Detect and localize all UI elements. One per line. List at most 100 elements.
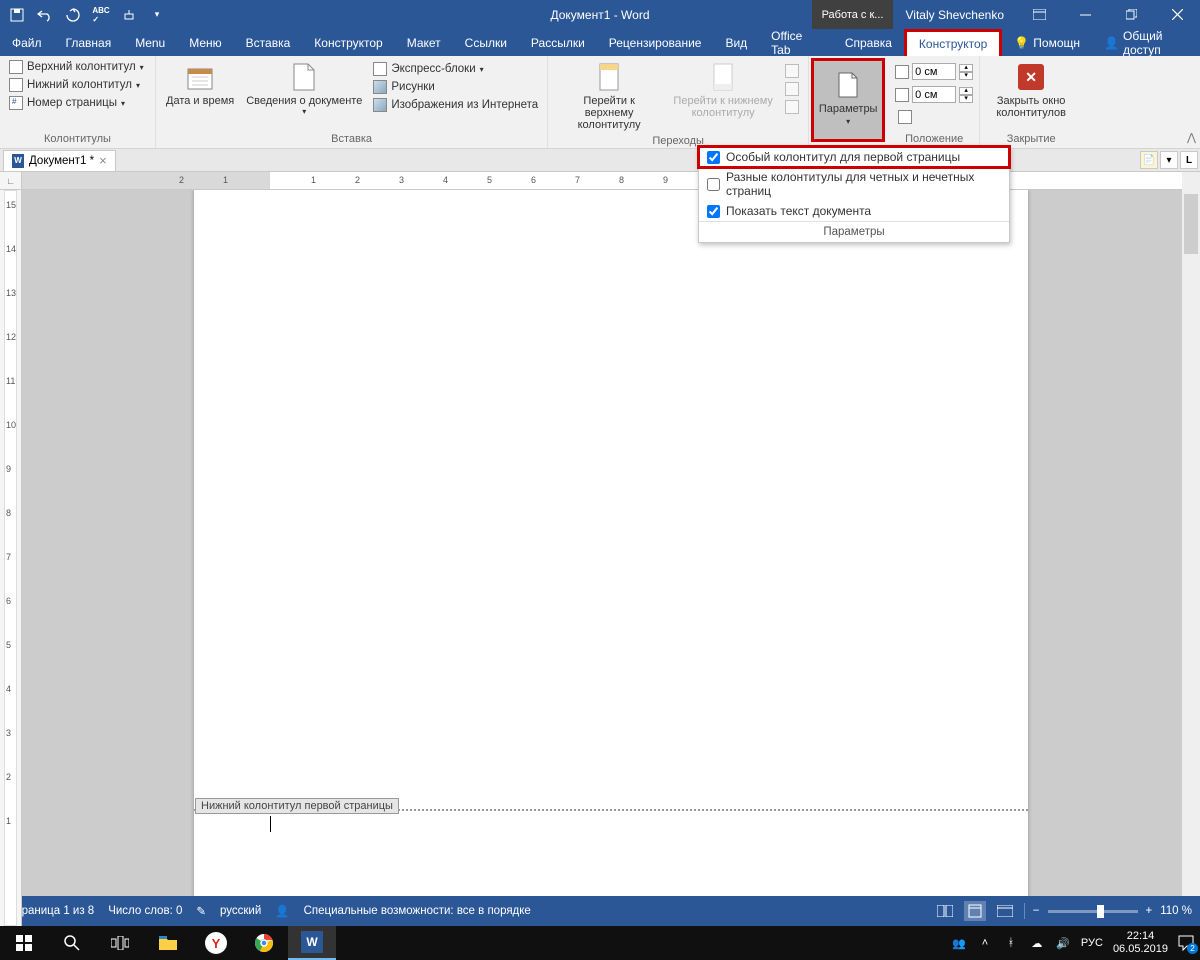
user-name[interactable]: Vitaly Shevchenko — [893, 0, 1016, 29]
pictures-button[interactable]: Рисунки — [370, 79, 541, 95]
header-pos-icon — [895, 65, 909, 79]
zoom-slider[interactable] — [1048, 910, 1138, 913]
align-tab-button[interactable] — [895, 109, 973, 125]
ruler-corner[interactable]: ∟ — [0, 172, 22, 190]
tab-menu-en[interactable]: Menu — [123, 29, 177, 56]
goto-header-button[interactable]: Перейти к верхнему колонтитулу — [554, 59, 664, 133]
qat-customize-icon[interactable]: ▾ — [148, 6, 166, 24]
option-label: Показать текст документа — [726, 204, 871, 218]
page-1[interactable]: Нижний колонтитул первой страницы — [194, 190, 1028, 926]
tray-clock[interactable]: 22:14 06.05.2019 — [1113, 930, 1168, 956]
zoom-in-button[interactable]: + — [1146, 905, 1153, 917]
vertical-scrollbar[interactable] — [1182, 172, 1200, 926]
status-language[interactable]: русский — [220, 905, 261, 917]
minimize-button[interactable] — [1062, 0, 1108, 29]
date-time-button[interactable]: Дата и время — [162, 59, 238, 118]
doc-tab[interactable]: W Документ1 * × — [3, 150, 116, 171]
doc-tab-label: Документ1 * — [29, 155, 94, 167]
tab-mailings[interactable]: Рассылки — [519, 29, 597, 56]
vertical-ruler[interactable]: 151413121110987654321 — [0, 190, 22, 926]
new-tab-button[interactable]: 📄 — [1140, 151, 1158, 169]
tab-insert[interactable]: Вставка — [234, 29, 303, 56]
tray-expand-icon[interactable]: ˄ — [977, 935, 993, 951]
touch-mode-icon[interactable] — [120, 6, 138, 24]
proofing-icon[interactable]: ✎ — [196, 904, 206, 918]
volume-icon[interactable]: 🔊 — [1055, 935, 1071, 951]
zoom-knob[interactable] — [1097, 905, 1104, 918]
tell-me-button[interactable]: 💡Помощн — [1002, 29, 1092, 56]
close-header-footer-button[interactable]: ✕ Закрыть окно колонтитулов — [986, 59, 1076, 121]
tab-review[interactable]: Рецензирование — [597, 29, 714, 56]
task-view-button[interactable] — [96, 926, 144, 960]
ribbon-display-icon[interactable] — [1016, 0, 1062, 29]
option-different-first-page[interactable]: Особый колонтитул для первой страницы — [697, 145, 1011, 169]
yandex-browser-button[interactable]: Y — [192, 926, 240, 960]
tab-pin-button[interactable]: L — [1180, 151, 1198, 169]
tab-file[interactable]: Файл — [0, 29, 54, 56]
web-layout-icon[interactable] — [994, 901, 1016, 921]
goto-footer-button: Перейти к нижнему колонтитулу — [668, 59, 778, 133]
word-button[interactable]: W — [288, 926, 336, 960]
doc-info-button[interactable]: Сведения о документе▾ — [242, 59, 366, 118]
status-words[interactable]: Число слов: 0 — [108, 905, 182, 917]
options-button[interactable]: Параметры ▾ — [811, 58, 885, 142]
group-navigation: Перейти к верхнему колонтитулу Перейти к… — [548, 56, 809, 148]
print-layout-icon[interactable] — [964, 901, 986, 921]
online-pictures-button[interactable]: Изображения из Интернета — [370, 97, 541, 113]
tab-home[interactable]: Главная — [54, 29, 124, 56]
header-dropdown[interactable]: Верхний колонтитул▾ — [6, 59, 149, 75]
tab-layout[interactable]: Макет — [395, 29, 453, 56]
quick-parts-button[interactable]: Экспресс-блоки▾ — [370, 61, 541, 77]
file-explorer-button[interactable] — [144, 926, 192, 960]
option-different-odd-even[interactable]: Разные колонтитулы для четных и нечетных… — [699, 167, 1009, 201]
goto-header-icon — [593, 61, 625, 93]
spin-up[interactable]: ▴ — [959, 64, 973, 72]
undo-icon[interactable] — [36, 6, 54, 24]
tab-header-footer-design[interactable]: Конструктор — [904, 29, 1002, 56]
goto-footer-label: Перейти к нижнему колонтитулу — [672, 95, 774, 119]
read-mode-icon[interactable] — [934, 901, 956, 921]
scroll-thumb[interactable] — [1184, 194, 1198, 254]
spin-down[interactable]: ▾ — [959, 72, 973, 80]
redo-icon[interactable] — [64, 6, 82, 24]
header-from-top-input[interactable] — [912, 63, 956, 80]
spin-up[interactable]: ▴ — [959, 87, 973, 95]
document-tabs: W Документ1 * × 📄 ▾ L — [0, 149, 1200, 172]
status-accessibility[interactable]: Специальные возможности: все в порядке — [304, 905, 531, 917]
spellcheck-icon[interactable]: ABC✓ — [92, 6, 110, 24]
prev-section-button — [782, 63, 802, 79]
zoom-level[interactable]: 110 % — [1160, 905, 1192, 917]
tab-help[interactable]: Справка — [833, 29, 904, 56]
close-header-footer-label: Закрыть окно колонтитулов — [990, 95, 1072, 119]
collapse-ribbon-icon[interactable]: ⋀ — [1187, 131, 1196, 144]
page-number-dropdown[interactable]: #Номер страницы▾ — [6, 95, 149, 111]
zoom-out-button[interactable]: − — [1033, 905, 1040, 917]
start-button[interactable] — [0, 926, 48, 960]
options-dropdown-footer: Параметры — [699, 221, 1009, 242]
search-button[interactable] — [48, 926, 96, 960]
document-canvas[interactable]: Нижний колонтитул первой страницы — [22, 190, 1182, 926]
document-icon — [288, 61, 320, 93]
bluetooth-icon[interactable]: ᚼ — [1003, 935, 1019, 951]
people-icon[interactable]: 👥 — [951, 935, 967, 951]
input-language[interactable]: РУС — [1081, 937, 1103, 949]
share-button[interactable]: 👤Общий доступ — [1092, 29, 1200, 56]
chrome-button[interactable] — [240, 926, 288, 960]
tab-menu-ru[interactable]: Меню — [177, 29, 233, 56]
footer-from-bottom-input[interactable] — [912, 86, 956, 103]
close-tab-icon[interactable]: × — [99, 156, 107, 166]
tab-design[interactable]: Конструктор — [302, 29, 394, 56]
tab-officetab[interactable]: Office Tab — [759, 29, 833, 56]
option-show-document-text[interactable]: Показать текст документа — [699, 201, 1009, 221]
onedrive-icon[interactable]: ☁ — [1029, 935, 1045, 951]
spin-down[interactable]: ▾ — [959, 95, 973, 103]
action-center-icon[interactable]: 2 — [1178, 935, 1194, 951]
tab-references[interactable]: Ссылки — [453, 29, 519, 56]
maximize-button[interactable] — [1108, 0, 1154, 29]
close-button[interactable] — [1154, 0, 1200, 29]
footer-dropdown[interactable]: Нижний колонтитул▾ — [6, 77, 149, 93]
save-icon[interactable] — [8, 6, 26, 24]
quick-access-toolbar: ABC✓ ▾ — [0, 6, 166, 24]
tab-view[interactable]: Вид — [713, 29, 759, 56]
tab-options-button[interactable]: ▾ — [1160, 151, 1178, 169]
